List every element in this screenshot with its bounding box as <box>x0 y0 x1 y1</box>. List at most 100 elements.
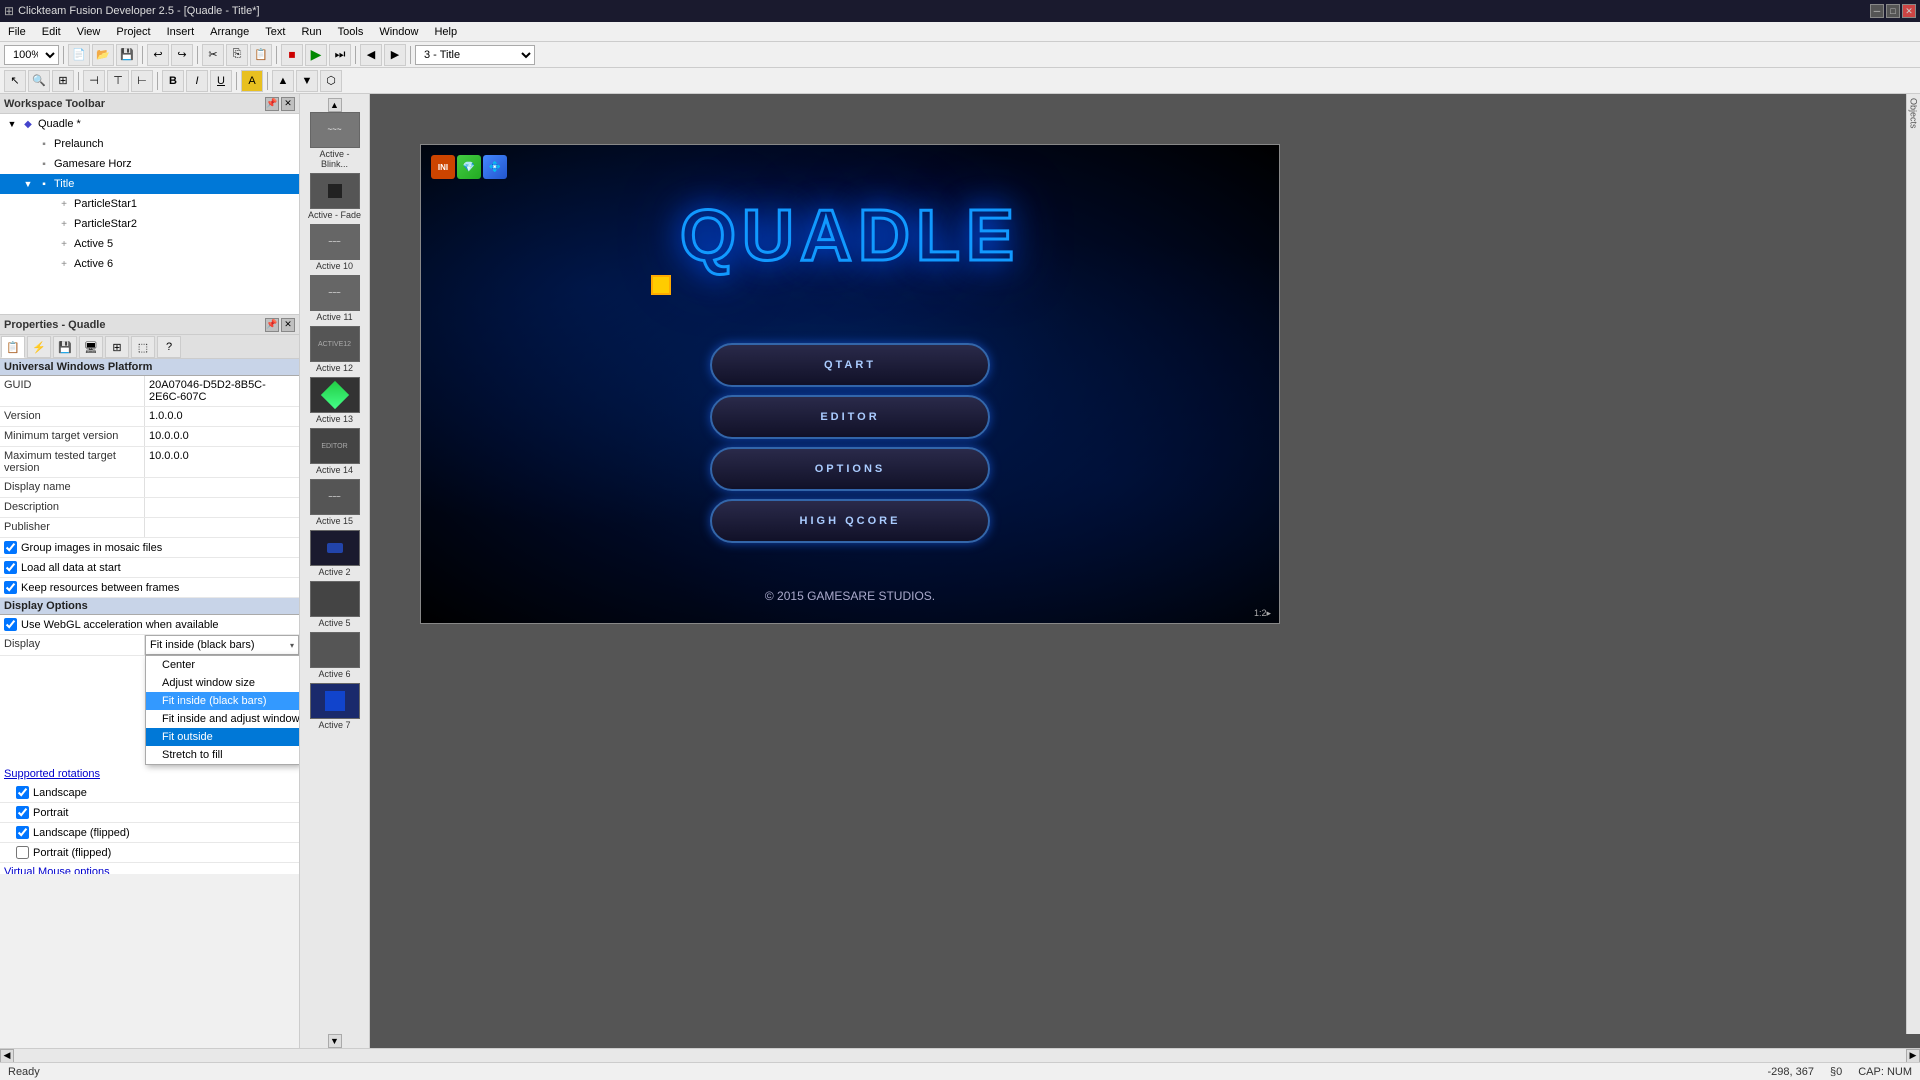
frame-item-active7[interactable]: Active 7 <box>306 683 364 730</box>
tb2-zoom-in[interactable]: 🔍 <box>28 70 50 92</box>
tb-step[interactable]: ⏭ <box>329 44 351 66</box>
tb-cut[interactable]: ✂ <box>202 44 224 66</box>
game-btn-options[interactable]: OPTIONS <box>710 447 990 491</box>
zoom-combo[interactable]: 100% <box>4 45 59 65</box>
frame-item-active-fade[interactable]: Active - Fade <box>306 173 364 220</box>
props-tab-display[interactable]: 🖥 <box>79 336 103 358</box>
bottom-scrollbar[interactable]: ◀ ▶ <box>0 1048 1920 1062</box>
menu-arrange[interactable]: Arrange <box>202 24 257 40</box>
frame-item-active11[interactable]: ~~~ Active 11 <box>306 275 364 322</box>
tb2-send-back[interactable]: ▼ <box>296 70 318 92</box>
props-link-rotations[interactable]: Supported rotations <box>0 765 299 783</box>
check-landscape-flipped[interactable]: Landscape (flipped) <box>0 823 299 842</box>
frame-item-active15[interactable]: ~~~ Active 15 <box>306 479 364 526</box>
frame-item-active2[interactable]: Active 2 <box>306 530 364 577</box>
menu-view[interactable]: View <box>69 24 109 40</box>
tb2-align-right[interactable]: ⊢ <box>131 70 153 92</box>
check-keepres[interactable] <box>4 581 17 594</box>
menu-project[interactable]: Project <box>108 24 158 40</box>
game-btn-qtart[interactable]: QTART <box>710 343 990 387</box>
checkbox-landscape[interactable] <box>16 786 29 799</box>
description-input[interactable] <box>149 501 295 513</box>
tb2-object[interactable]: ⬡ <box>320 70 342 92</box>
menu-insert[interactable]: Insert <box>159 24 203 40</box>
publisher-input[interactable] <box>149 521 295 533</box>
tb-prev-frame[interactable]: ◀ <box>360 44 382 66</box>
game-btn-highscore[interactable]: HIGH QCORE <box>710 499 990 543</box>
props-close-btn[interactable]: ✕ <box>281 318 295 332</box>
props-value-maxver[interactable]: 10.0.0.0 <box>145 447 299 477</box>
check-landscape[interactable]: Landscape <box>0 783 299 802</box>
displayname-input[interactable] <box>149 481 295 493</box>
tb2-align-left[interactable]: ⊣ <box>83 70 105 92</box>
maximize-button[interactable]: □ <box>1886 4 1900 18</box>
minimize-button[interactable]: ─ <box>1870 4 1884 18</box>
props-check-groupimg[interactable]: Group images in mosaic files <box>0 538 299 557</box>
scroll-right-btn[interactable]: ▶ <box>1906 1049 1920 1063</box>
tb2-color[interactable]: A <box>241 70 263 92</box>
game-btn-editor[interactable]: EDITOR <box>710 395 990 439</box>
workspace-close-btn[interactable]: ✕ <box>281 97 295 111</box>
tb2-underline[interactable]: U <box>210 70 232 92</box>
tree-item-title[interactable]: ▼ ▪ Title <box>0 174 299 194</box>
menu-run[interactable]: Run <box>293 24 329 40</box>
tree-item-gamesare[interactable]: ▪ Gamesare Horz <box>0 154 299 174</box>
dropdown-center[interactable]: Center <box>146 656 299 674</box>
tb-next-frame[interactable]: ▶ <box>384 44 406 66</box>
tree-item-active5[interactable]: + Active 5 <box>0 234 299 254</box>
tb-paste[interactable]: 📋 <box>250 44 272 66</box>
dropdown-fit-inside[interactable]: Fit inside (black bars) <box>146 692 299 710</box>
scroll-down-btn[interactable]: ▼ <box>328 1034 342 1048</box>
props-tab-grid[interactable]: ⊞ <box>105 336 129 358</box>
props-tab-help[interactable]: ? <box>157 336 181 358</box>
tb2-bold[interactable]: B <box>162 70 184 92</box>
tb-redo[interactable]: ↪ <box>171 44 193 66</box>
frame-item-active5-list[interactable]: Active 5 <box>306 581 364 628</box>
frame-item-active10[interactable]: ~~~ Active 10 <box>306 224 364 271</box>
check-groupimg[interactable] <box>4 541 17 554</box>
props-check-keepres[interactable]: Keep resources between frames <box>0 578 299 597</box>
scroll-left-btn[interactable]: ◀ <box>0 1049 14 1063</box>
check-webgl[interactable] <box>4 618 17 631</box>
menu-file[interactable]: File <box>0 24 34 40</box>
menu-text[interactable]: Text <box>257 24 293 40</box>
props-value-displayname[interactable] <box>145 478 299 497</box>
tree-item-active6[interactable]: + Active 6 <box>0 254 299 274</box>
tb2-italic[interactable]: I <box>186 70 208 92</box>
tb2-bring-front[interactable]: ▲ <box>272 70 294 92</box>
tree-item-particle2[interactable]: + ParticleStar2 <box>0 214 299 234</box>
props-value-description[interactable] <box>145 498 299 517</box>
display-dropdown[interactable]: Center Adjust window size Fit inside (bl… <box>145 655 299 765</box>
menu-edit[interactable]: Edit <box>34 24 69 40</box>
frame-item-active-blink[interactable]: ~~~ Active -Blink... <box>306 112 364 169</box>
frame-item-active13[interactable]: Active 13 <box>306 377 364 424</box>
menu-window[interactable]: Window <box>371 24 426 40</box>
tb-play[interactable]: ▶ <box>305 44 327 66</box>
check-loaddata[interactable] <box>4 561 17 574</box>
props-pin-btn[interactable]: 📌 <box>265 318 279 332</box>
menu-tools[interactable]: Tools <box>330 24 372 40</box>
frame-selector[interactable]: 3 - Title <box>415 45 535 65</box>
scroll-track[interactable] <box>14 1051 1906 1061</box>
display-combo[interactable]: Fit inside (black bars) ▾ <box>145 635 299 655</box>
props-value-version[interactable]: 1.0.0.0 <box>145 407 299 426</box>
props-value-minver[interactable]: 10.0.0.0 <box>145 427 299 446</box>
tree-item-quadle[interactable]: ▼ ◆ Quadle * <box>0 114 299 134</box>
check-portrait[interactable]: Portrait <box>0 803 299 822</box>
scroll-up-btn[interactable]: ▲ <box>328 98 342 112</box>
tree-item-particle1[interactable]: + ParticleStar1 <box>0 194 299 214</box>
tb-new[interactable]: 📄 <box>68 44 90 66</box>
props-link-mouse[interactable]: Virtual Mouse options <box>0 863 299 874</box>
props-value-display[interactable]: Fit inside (black bars) ▾ <box>145 635 299 655</box>
tb-save[interactable]: 💾 <box>116 44 138 66</box>
dropdown-fit-outside[interactable]: Fit outside <box>146 728 299 746</box>
workspace-pin-btn[interactable]: 📌 <box>265 97 279 111</box>
menu-help[interactable]: Help <box>426 24 465 40</box>
checkbox-portrait-flipped[interactable] <box>16 846 29 859</box>
frame-item-active12[interactable]: ACTIVE12 Active 12 <box>306 326 364 373</box>
props-tab-data[interactable]: 💾 <box>53 336 77 358</box>
tb2-align-center[interactable]: ⊤ <box>107 70 129 92</box>
dropdown-fit-inside-adjust[interactable]: Fit inside and adjust window size <box>146 710 299 728</box>
close-button[interactable]: ✕ <box>1902 4 1916 18</box>
props-check-webgl[interactable]: Use WebGL acceleration when available <box>0 615 299 634</box>
